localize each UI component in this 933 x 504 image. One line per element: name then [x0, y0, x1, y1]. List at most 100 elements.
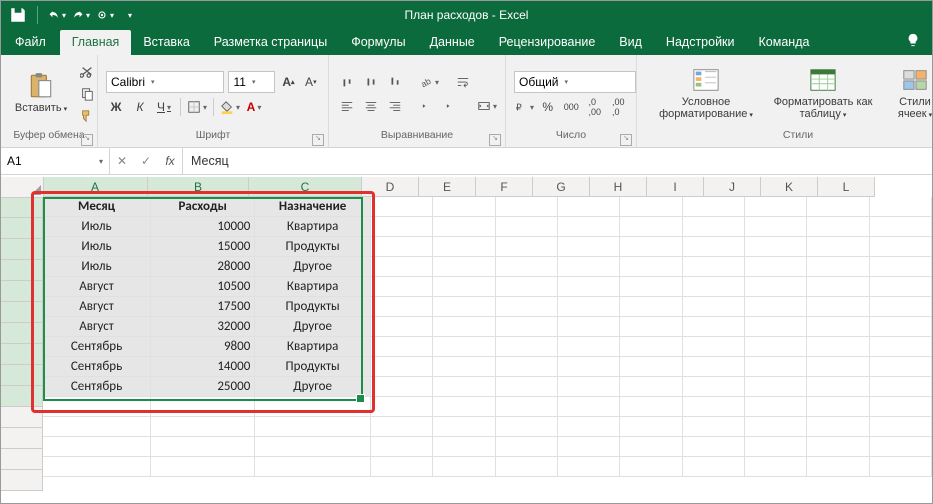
- cell[interactable]: Другое: [255, 377, 371, 397]
- cell[interactable]: [496, 297, 558, 317]
- row-header[interactable]: [1, 281, 43, 302]
- col-header[interactable]: A: [43, 177, 148, 197]
- cell[interactable]: [496, 277, 558, 297]
- cell[interactable]: [745, 457, 807, 477]
- cell-styles-button[interactable]: Стили ячеек▾: [879, 62, 933, 126]
- cell[interactable]: [807, 197, 869, 217]
- cell[interactable]: [496, 237, 558, 257]
- cell[interactable]: Продукты: [255, 297, 371, 317]
- cell[interactable]: Сентябрь: [43, 337, 151, 357]
- cell[interactable]: [255, 457, 371, 477]
- cell[interactable]: [558, 457, 620, 477]
- cell[interactable]: [620, 297, 682, 317]
- cell[interactable]: [870, 297, 932, 317]
- cell[interactable]: [496, 337, 558, 357]
- row-header[interactable]: [1, 407, 43, 428]
- cell[interactable]: Расходы: [151, 197, 255, 217]
- cell[interactable]: Назначение: [255, 197, 371, 217]
- italic-button[interactable]: К: [130, 97, 150, 117]
- cell[interactable]: Другое: [255, 257, 371, 277]
- cell[interactable]: Июль: [43, 237, 151, 257]
- cell[interactable]: [43, 397, 151, 417]
- conditional-formatting-button[interactable]: Условное форматирование▾: [645, 62, 767, 126]
- row-header[interactable]: [1, 323, 43, 344]
- cell[interactable]: [683, 397, 745, 417]
- underline-button[interactable]: Ч▾: [154, 97, 174, 117]
- tab-review[interactable]: Рецензирование: [487, 30, 608, 55]
- cell[interactable]: [43, 457, 151, 477]
- comma-format-icon[interactable]: 000: [562, 97, 582, 117]
- col-header[interactable]: J: [704, 177, 761, 197]
- cell[interactable]: [683, 297, 745, 317]
- font-color-icon[interactable]: A▾: [244, 97, 264, 117]
- redo-icon[interactable]: ▾: [72, 6, 90, 24]
- cell[interactable]: [433, 437, 495, 457]
- cell[interactable]: 9800: [151, 337, 255, 357]
- column-headers[interactable]: A B C D E F G H I J K L: [43, 177, 932, 197]
- cell[interactable]: [870, 357, 932, 377]
- cell[interactable]: [255, 437, 371, 457]
- cell[interactable]: [496, 437, 558, 457]
- cell[interactable]: [620, 257, 682, 277]
- col-header[interactable]: C: [249, 177, 362, 197]
- cell[interactable]: [558, 237, 620, 257]
- row-header[interactable]: [1, 428, 43, 449]
- cell[interactable]: 14000: [151, 357, 255, 377]
- cell[interactable]: [870, 417, 932, 437]
- cell[interactable]: [43, 417, 151, 437]
- grow-font-icon[interactable]: A▴: [279, 72, 297, 92]
- cell[interactable]: [433, 237, 495, 257]
- cell[interactable]: [496, 417, 558, 437]
- cell[interactable]: [870, 197, 932, 217]
- align-bottom-icon[interactable]: [385, 72, 405, 92]
- cell[interactable]: [620, 437, 682, 457]
- cell[interactable]: [683, 317, 745, 337]
- select-all-corner[interactable]: [1, 177, 44, 198]
- align-top-icon[interactable]: [337, 72, 357, 92]
- cell[interactable]: Август: [43, 297, 151, 317]
- decrease-decimal-icon[interactable]: ,00,0: [609, 97, 629, 117]
- cell[interactable]: [807, 297, 869, 317]
- cell[interactable]: [255, 417, 371, 437]
- cell[interactable]: [620, 337, 682, 357]
- undo-icon[interactable]: ▾: [48, 6, 66, 24]
- tab-data[interactable]: Данные: [418, 30, 487, 55]
- font-size-combo[interactable]: 11▾: [228, 71, 275, 93]
- cell[interactable]: [151, 417, 255, 437]
- cell[interactable]: [683, 337, 745, 357]
- cell[interactable]: [807, 317, 869, 337]
- percent-format-icon[interactable]: %: [538, 97, 558, 117]
- cell[interactable]: [745, 237, 807, 257]
- cell[interactable]: [870, 217, 932, 237]
- cell[interactable]: Сентябрь: [43, 377, 151, 397]
- col-header[interactable]: H: [590, 177, 647, 197]
- cell[interactable]: [870, 277, 932, 297]
- cell[interactable]: [870, 457, 932, 477]
- cell[interactable]: [683, 237, 745, 257]
- cell[interactable]: [558, 417, 620, 437]
- cell[interactable]: Июль: [43, 257, 151, 277]
- cell[interactable]: [870, 397, 932, 417]
- cell[interactable]: [558, 397, 620, 417]
- cell[interactable]: [620, 277, 682, 297]
- cell[interactable]: [745, 277, 807, 297]
- cell[interactable]: [683, 377, 745, 397]
- cell[interactable]: [870, 257, 932, 277]
- wrap-text-icon[interactable]: [453, 72, 473, 92]
- cell[interactable]: [371, 197, 433, 217]
- fill-color-icon[interactable]: ▾: [220, 97, 240, 117]
- cell[interactable]: [870, 377, 932, 397]
- cell[interactable]: [371, 417, 433, 437]
- cell[interactable]: 15000: [151, 237, 255, 257]
- align-left-icon[interactable]: [337, 96, 357, 116]
- cell[interactable]: [620, 377, 682, 397]
- cell[interactable]: [433, 417, 495, 437]
- cell[interactable]: [433, 197, 495, 217]
- row-header[interactable]: [1, 344, 43, 365]
- cell[interactable]: Июль: [43, 217, 151, 237]
- cell[interactable]: [433, 317, 495, 337]
- number-format-combo[interactable]: Общий▾: [514, 71, 636, 93]
- format-painter-icon[interactable]: [77, 106, 97, 126]
- accounting-format-icon[interactable]: ₽▾: [514, 97, 534, 117]
- cell[interactable]: [558, 337, 620, 357]
